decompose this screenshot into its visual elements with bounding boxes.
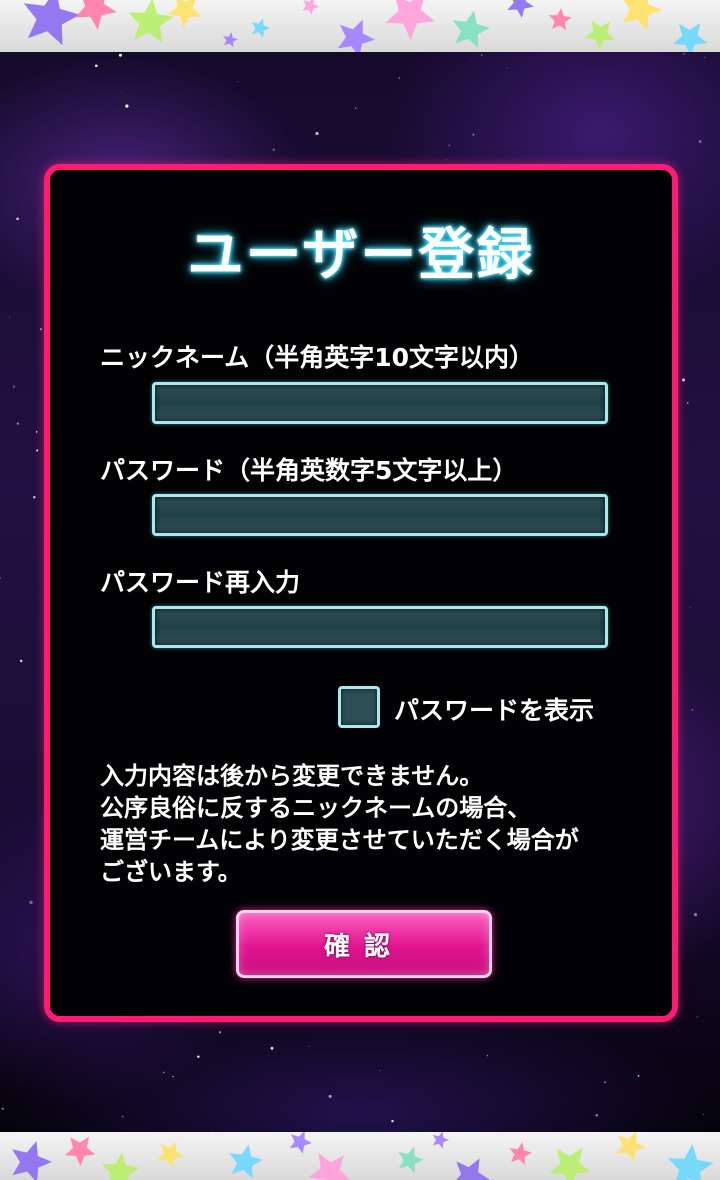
notice-line: 入力内容は後から変更できません。 [100, 762, 484, 790]
notice-text: 入力内容は後から変更できません。 公序良俗に反するニックネームの場合、 運営チー… [100, 760, 660, 888]
nickname-label: ニックネーム（半角英字10文字以内） [100, 343, 535, 372]
bottom-star-banner [0, 1132, 720, 1180]
page-title: ユーザー登録 [187, 223, 535, 288]
registration-panel: ユーザー登録 ニックネーム（半角英字10文字以内） パスワード（半角英数字5文字… [44, 164, 678, 1022]
password-label: パスワード（半角英数字5文字以上） [100, 456, 518, 485]
show-password-label[interactable]: パスワードを表示 [394, 691, 594, 727]
confirm-button[interactable]: 確認 [236, 910, 492, 978]
star-decoration-icon [12, 1132, 714, 1180]
password-input[interactable] [152, 494, 608, 536]
star-decoration-icon [23, 0, 708, 52]
password-confirm-input[interactable] [152, 606, 608, 648]
show-password-checkbox[interactable] [338, 686, 380, 728]
notice-line: ございます。 [100, 858, 242, 886]
password-confirm-label: パスワード再入力 [100, 568, 301, 597]
top-star-banner [0, 0, 720, 52]
nickname-input[interactable] [152, 382, 608, 424]
notice-line: 公序良俗に反するニックネームの場合、 [100, 794, 532, 822]
notice-line: 運営チームにより変更させていただく場合が [100, 826, 579, 854]
